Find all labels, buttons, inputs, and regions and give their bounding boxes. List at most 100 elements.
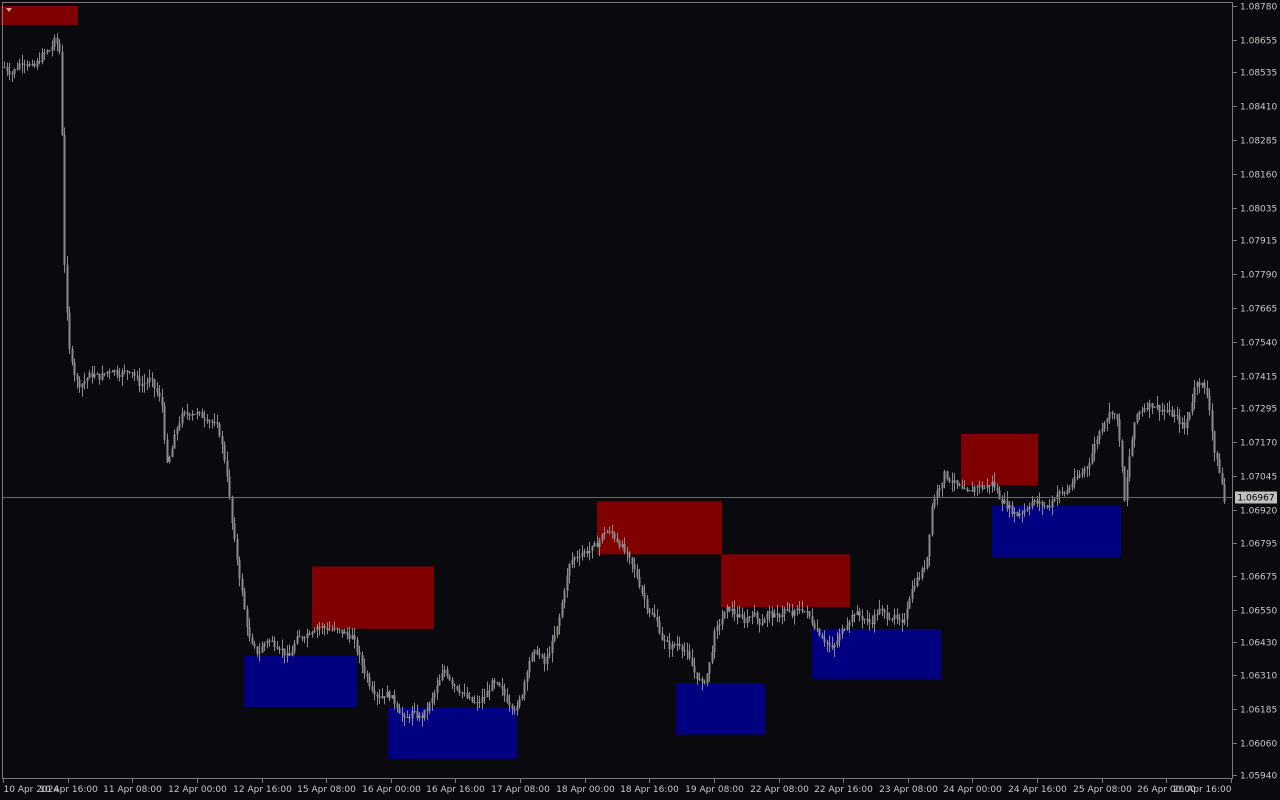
candle-body [956,480,959,485]
candle-body [288,653,291,656]
candle-body [1013,511,1016,514]
candle-body [8,70,11,75]
candle-body [576,557,579,559]
candle-body [823,638,826,642]
candle-body [806,611,809,613]
candle-body [518,698,521,706]
candle-body [863,619,866,621]
candle-body [208,421,211,423]
candle-body [486,690,489,698]
candle-body [1088,463,1091,468]
price-chart[interactable]: 1.08780 1.08655 1.08535 1.08410 1.08285 1.081… [0,0,1280,800]
candle-body [1138,411,1141,415]
candle-body [453,684,456,687]
candle-body [38,61,41,63]
candle-body [828,642,831,646]
candle-body [848,621,851,626]
candle-body [93,374,96,377]
candle-body [318,626,321,628]
candle-body [1081,472,1084,475]
candle-body [666,640,669,642]
candle-body [293,643,296,652]
candle-body [1051,500,1054,508]
candle-body [311,632,314,635]
candle-body [161,396,164,406]
candle-body [896,614,899,619]
candle-body [611,531,614,534]
candle-body [308,633,311,635]
candle-body [546,655,549,664]
candle-body [286,653,289,656]
y-tick-label: 1.07915 [1240,237,1277,247]
candle-body [298,636,301,638]
candle-body [88,372,91,379]
candle-body [701,678,704,682]
candle-body [758,618,761,625]
candle-body [813,623,816,629]
candle-body [323,626,326,629]
y-tick-label: 1.08285 [1240,137,1277,147]
candle-body [1136,414,1139,423]
candle-body [381,696,384,698]
candle-body [606,532,609,534]
candle-body [1103,422,1106,429]
candle-body [358,652,361,656]
candle-body [953,480,956,483]
candle-body [1201,382,1204,386]
candle-body [321,626,324,628]
candle-body [421,715,424,718]
candle-body [178,423,181,429]
candle-body [18,63,21,69]
candle-body [1116,414,1119,420]
candle-body [103,373,106,375]
candle-body [971,490,974,492]
candle-body [33,63,36,67]
candle-body [696,672,699,680]
candle-body [933,498,936,507]
candle-body [853,614,856,616]
candle-body [1048,505,1051,508]
candle-body [531,654,534,661]
candle-body [83,381,86,384]
candle-body [588,550,591,554]
candle-body [398,708,401,714]
candle-body [1188,411,1191,420]
y-tick-label: 1.05940 [1240,772,1277,782]
candle-body [751,616,754,618]
candle-body [798,608,801,610]
candle-body [951,481,954,483]
candle-body [1021,512,1024,514]
candle-body [1096,439,1099,445]
candle-body [458,689,461,693]
candle-body [23,63,26,65]
candle-body [173,434,176,449]
candle-body [966,488,969,491]
y-tick-label: 1.08160 [1240,171,1277,181]
candle-body [553,634,556,641]
x-tick-label: 22 Apr 16:00 [814,785,873,795]
candle-body [661,633,664,640]
candle-body [808,611,811,617]
candle-body [983,488,986,490]
candle-body [581,553,584,557]
candle-body [556,626,559,635]
candle-body [1101,428,1104,432]
candle-body [1098,431,1101,440]
y-tick-label: 1.06550 [1240,607,1277,617]
candle-body [803,611,806,613]
candle-body [153,379,156,389]
candle-body [461,692,464,694]
candle-body [918,577,921,579]
candle-body [771,611,774,618]
candle-body [866,619,869,621]
candle-body [876,614,879,616]
candle-body [776,613,779,616]
candle-body [448,676,451,680]
candle-body [266,641,269,644]
candle-body [1016,511,1019,517]
candle-body [618,541,621,547]
candle-body [248,626,251,638]
x-tick-label: 17 Apr 08:00 [491,785,550,795]
candle-body [1001,499,1004,504]
candle-body [56,37,59,44]
